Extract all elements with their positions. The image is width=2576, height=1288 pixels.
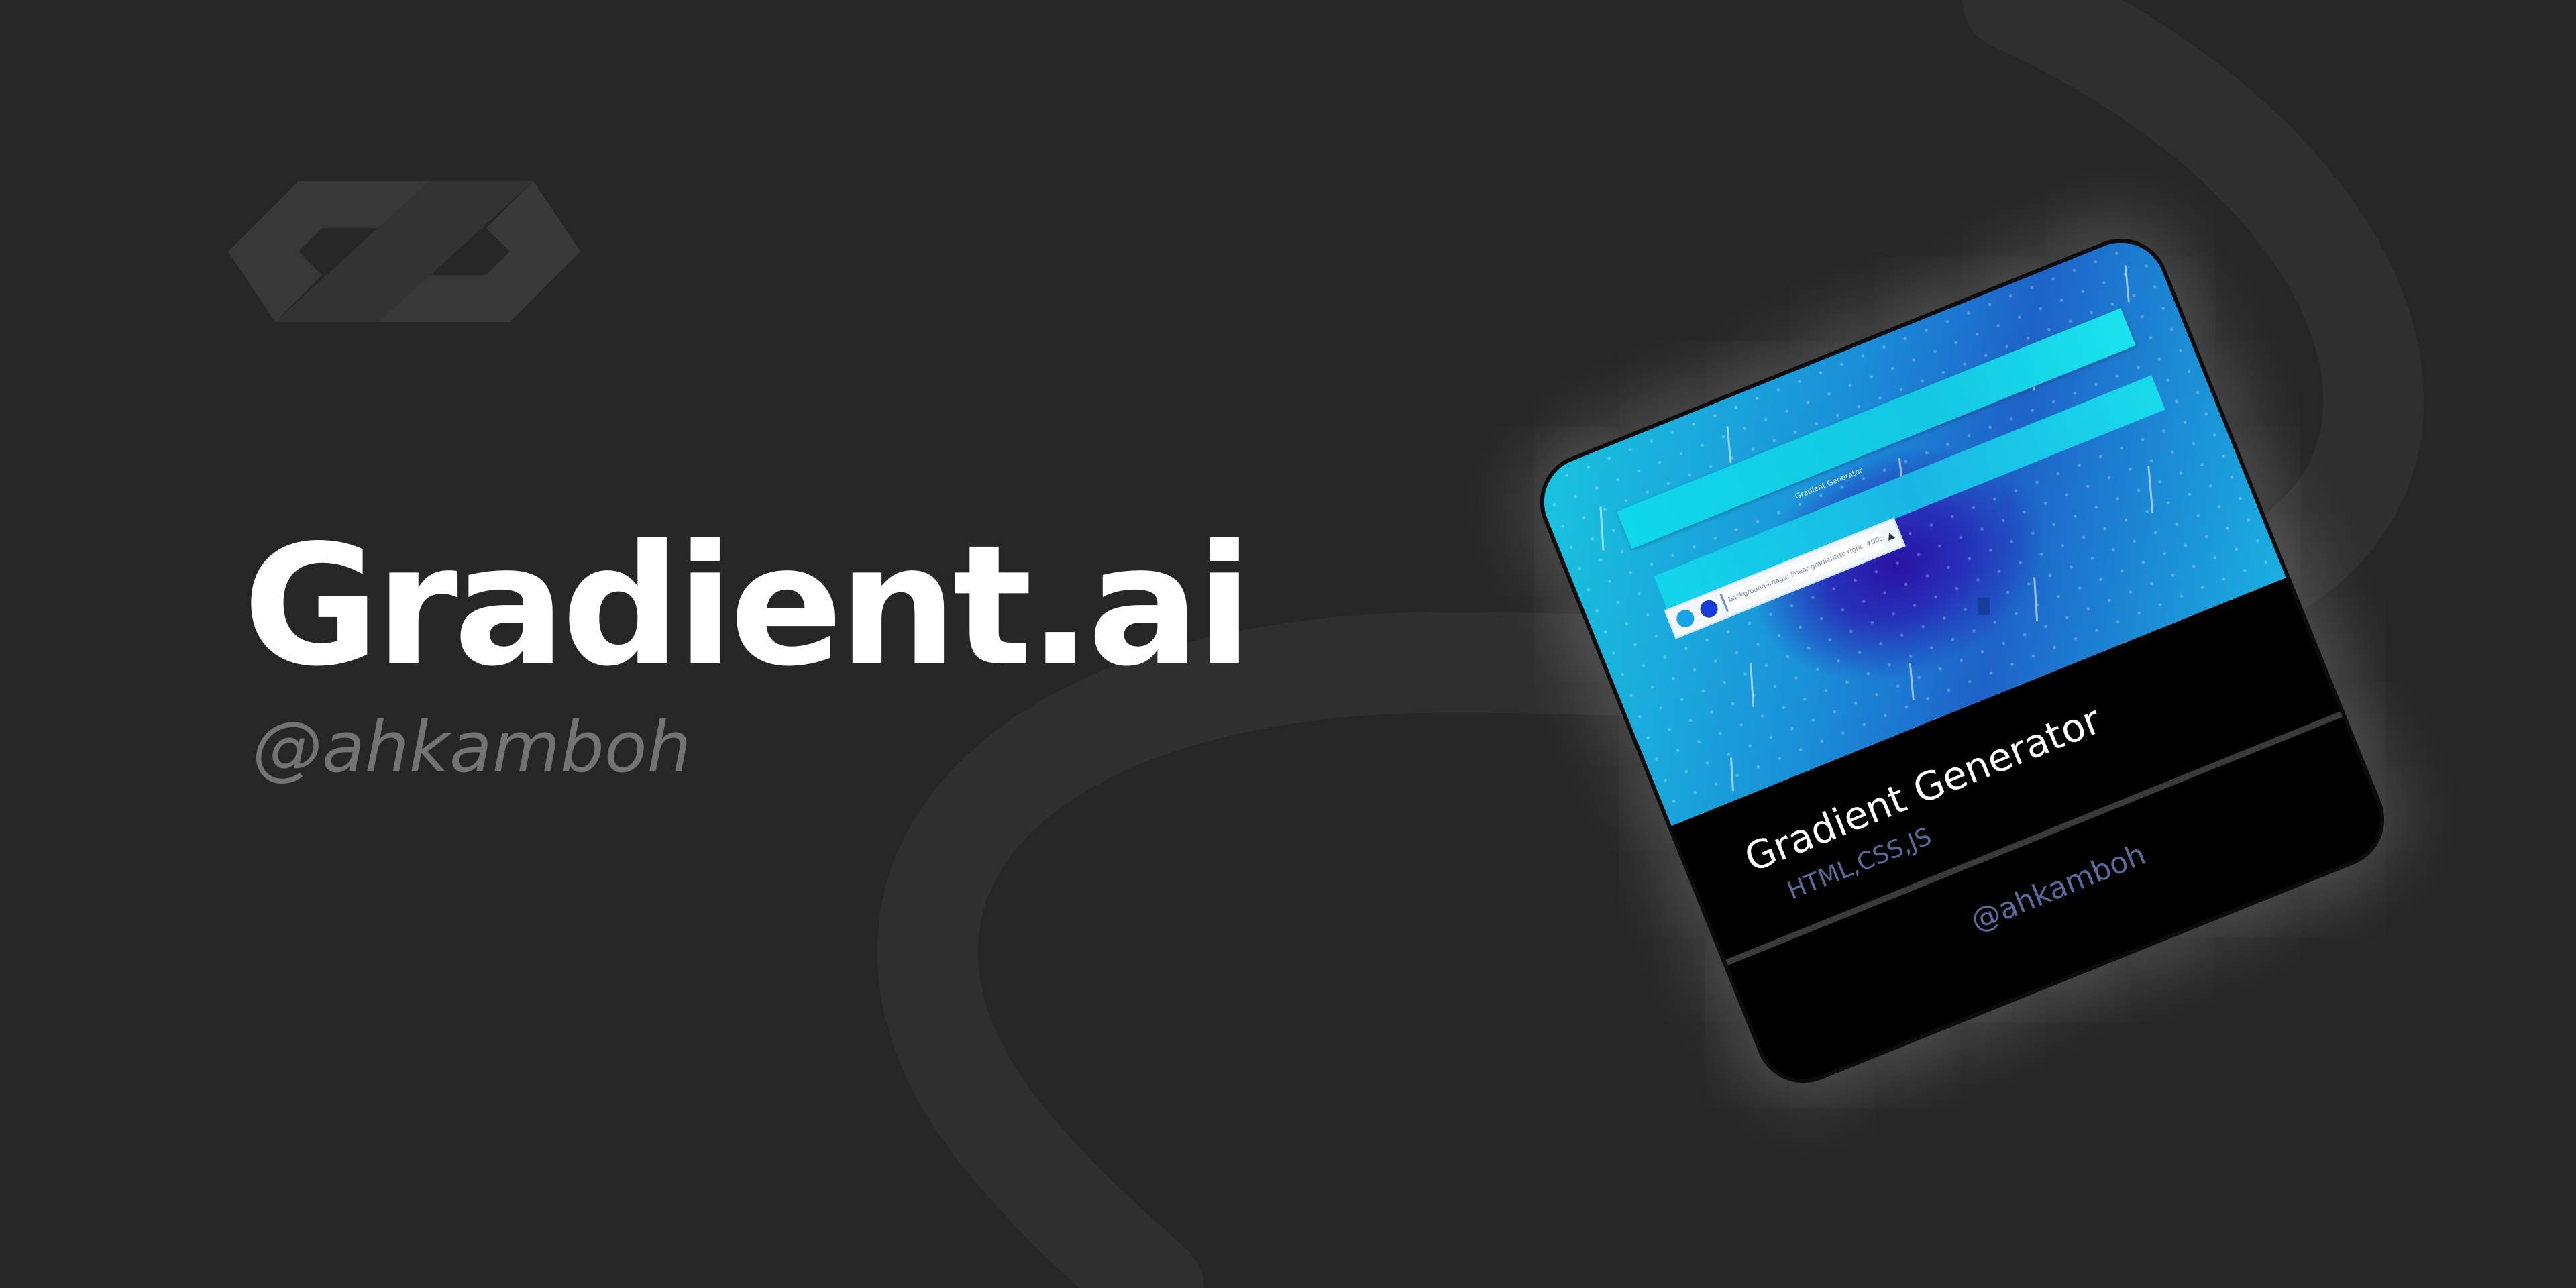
banner-title: Gradient.ai [243,510,1253,703]
s-chevron-logo-icon [228,181,580,322]
banner-handle: @ahkamboh [252,706,692,788]
preview-color-b [1696,596,1723,623]
cursor-icon [1977,597,1990,616]
card-handle: @ahkamboh [1966,837,2151,938]
preview-color-a [1672,605,1699,632]
preview-arrow-icon: ▲ [1884,529,1896,542]
